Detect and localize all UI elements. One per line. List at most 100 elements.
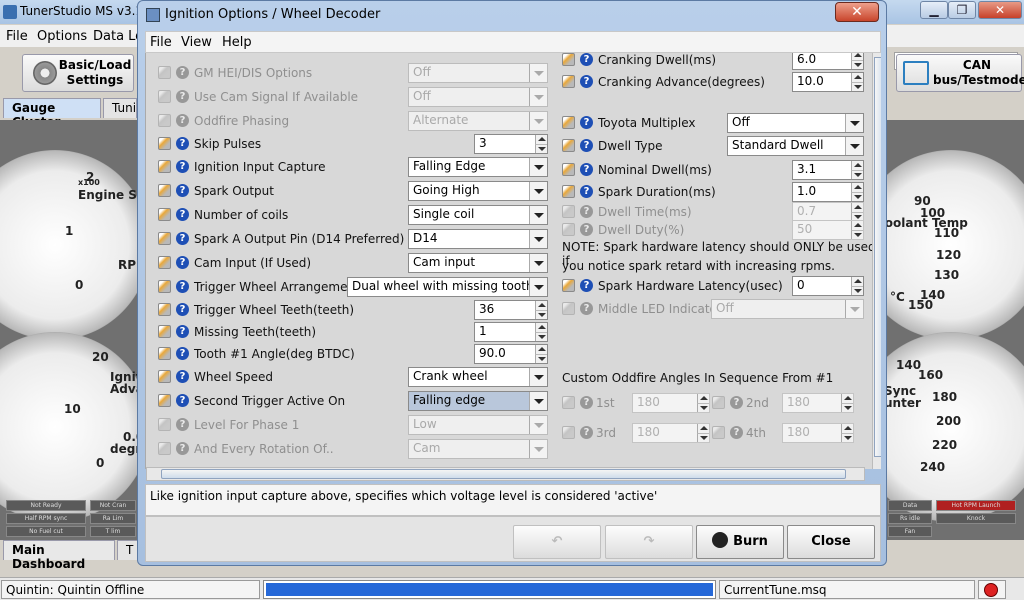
dropdown-ignition-input-capture[interactable]: Falling Edge: [408, 157, 548, 177]
dropdown-wheel-speed[interactable]: Crank wheel: [408, 367, 548, 387]
dropdown-second-trigger-active-on[interactable]: Falling edge: [408, 391, 548, 411]
edit-pencil-icon[interactable]: [562, 302, 575, 315]
spin-down-icon[interactable]: [851, 82, 863, 91]
help-icon[interactable]: ?: [176, 184, 189, 197]
spinner-spark-duration-ms[interactable]: 1.0: [792, 182, 864, 202]
spin-down-icon[interactable]: [535, 332, 547, 341]
chevron-down-icon[interactable]: [845, 114, 863, 132]
help-icon[interactable]: ?: [580, 53, 593, 66]
spin-up-icon[interactable]: [535, 135, 547, 144]
chevron-down-icon[interactable]: [529, 158, 547, 176]
tab-tuning[interactable]: Tuni: [103, 98, 137, 118]
spinner-trigger-wheel-teeth-teeth[interactable]: 36: [474, 300, 548, 320]
spin-down-icon[interactable]: [535, 144, 547, 153]
chevron-down-icon[interactable]: [529, 278, 547, 296]
spin-down-icon[interactable]: [851, 60, 863, 69]
dropdown-spark-a-output-pin-d14-preferred[interactable]: D14: [408, 229, 548, 249]
spin-up-icon[interactable]: [535, 323, 547, 332]
edit-pencil-icon[interactable]: [158, 370, 171, 383]
help-icon[interactable]: ?: [580, 163, 593, 176]
edit-pencil-icon[interactable]: [562, 279, 575, 292]
dropdown-toyota-multiplex[interactable]: Off: [727, 113, 864, 133]
edit-pencil-icon[interactable]: [562, 53, 575, 66]
spin-down-icon[interactable]: [535, 354, 547, 363]
edit-pencil-icon[interactable]: [158, 208, 171, 221]
chevron-down-icon[interactable]: [529, 254, 547, 272]
edit-pencil-icon[interactable]: [158, 303, 171, 316]
horizontal-scroll-thumb[interactable]: [161, 469, 846, 479]
help-icon[interactable]: ?: [580, 116, 593, 129]
menu-options[interactable]: Options: [37, 29, 87, 44]
vertical-scroll-thumb[interactable]: [874, 57, 881, 457]
edit-pencil-icon[interactable]: [158, 347, 171, 360]
help-icon[interactable]: ?: [176, 232, 189, 245]
tab-gauge-cluster[interactable]: Gauge Cluster: [3, 98, 101, 129]
help-icon[interactable]: ?: [176, 370, 189, 383]
dropdown-trigger-wheel-arrangement[interactable]: Dual wheel with missing tooth: [347, 277, 548, 297]
edit-pencil-icon[interactable]: [158, 137, 171, 150]
dialog-menu-file[interactable]: File: [150, 35, 172, 50]
spin-up-icon[interactable]: [851, 53, 863, 60]
help-icon[interactable]: ?: [176, 66, 189, 79]
edit-pencil-icon[interactable]: [158, 394, 171, 407]
dropdown-cam-input-if-used[interactable]: Cam input: [408, 253, 548, 273]
close-button[interactable]: Close: [787, 525, 875, 559]
spin-down-icon[interactable]: [851, 192, 863, 201]
edit-pencil-icon[interactable]: [158, 90, 171, 103]
spinner-tooth-1-angle-deg-btdc[interactable]: 90.0: [474, 344, 548, 364]
dropdown-number-of-coils[interactable]: Single coil: [408, 205, 548, 225]
menu-file[interactable]: File: [6, 29, 28, 44]
edit-pencil-icon[interactable]: [158, 442, 171, 455]
help-icon[interactable]: ?: [176, 114, 189, 127]
help-icon[interactable]: ?: [176, 208, 189, 221]
spin-up-icon[interactable]: [535, 301, 547, 310]
chevron-down-icon[interactable]: [529, 392, 547, 410]
redo-button[interactable]: ↷: [605, 525, 693, 559]
spinner-nominal-dwell-ms[interactable]: 3.1: [792, 160, 864, 180]
vertical-scrollbar[interactable]: [872, 53, 881, 469]
help-icon[interactable]: ?: [176, 280, 189, 293]
minimize-button[interactable]: ▁: [920, 1, 948, 19]
help-icon[interactable]: ?: [176, 442, 189, 455]
offline-icon[interactable]: [978, 580, 1006, 599]
maximize-button[interactable]: ❐: [948, 1, 976, 19]
help-icon[interactable]: ?: [176, 325, 189, 338]
spin-up-icon[interactable]: [851, 73, 863, 82]
chevron-down-icon[interactable]: [845, 137, 863, 155]
chevron-down-icon[interactable]: [529, 206, 547, 224]
help-icon[interactable]: ?: [580, 185, 593, 198]
spin-down-icon[interactable]: [851, 170, 863, 179]
spin-up-icon[interactable]: [851, 161, 863, 170]
spinner-cranking-advance-degrees[interactable]: 10.0: [792, 72, 864, 92]
spinner-spark-hardware-latency-usec[interactable]: 0: [792, 276, 864, 296]
chevron-down-icon[interactable]: [529, 182, 547, 200]
spinner-missing-teeth-teeth[interactable]: 1: [474, 322, 548, 342]
help-icon[interactable]: ?: [580, 302, 593, 315]
menu-data-log[interactable]: Data Lo: [93, 29, 143, 44]
edit-pencil-icon[interactable]: [562, 223, 575, 236]
edit-pencil-icon[interactable]: [562, 139, 575, 152]
main-close-button[interactable]: ✕: [978, 1, 1022, 19]
help-icon[interactable]: ?: [580, 75, 593, 88]
spin-down-icon[interactable]: [535, 310, 547, 319]
edit-pencil-icon[interactable]: [158, 184, 171, 197]
edit-pencil-icon[interactable]: [158, 114, 171, 127]
chevron-down-icon[interactable]: [529, 368, 547, 386]
basic-load-settings-button[interactable]: Basic/Load Settings: [22, 54, 134, 92]
dialog-close-x-button[interactable]: ✕: [835, 2, 879, 22]
dropdown-dwell-type[interactable]: Standard Dwell: [727, 136, 864, 156]
help-icon[interactable]: ?: [176, 418, 189, 431]
spin-up-icon[interactable]: [851, 183, 863, 192]
chevron-down-icon[interactable]: [529, 230, 547, 248]
help-icon[interactable]: ?: [176, 90, 189, 103]
edit-pencil-icon[interactable]: [158, 256, 171, 269]
help-icon[interactable]: ?: [580, 223, 593, 236]
can-bus-testmode-button[interactable]: CAN bus/Testmode: [896, 54, 1024, 92]
tab-second[interactable]: T: [117, 540, 139, 560]
dropdown-spark-output[interactable]: Going High: [408, 181, 548, 201]
edit-pencil-icon[interactable]: [158, 160, 171, 173]
help-icon[interactable]: ?: [176, 303, 189, 316]
edit-pencil-icon[interactable]: [562, 185, 575, 198]
edit-pencil-icon[interactable]: [562, 116, 575, 129]
burn-button[interactable]: Burn: [696, 525, 784, 559]
